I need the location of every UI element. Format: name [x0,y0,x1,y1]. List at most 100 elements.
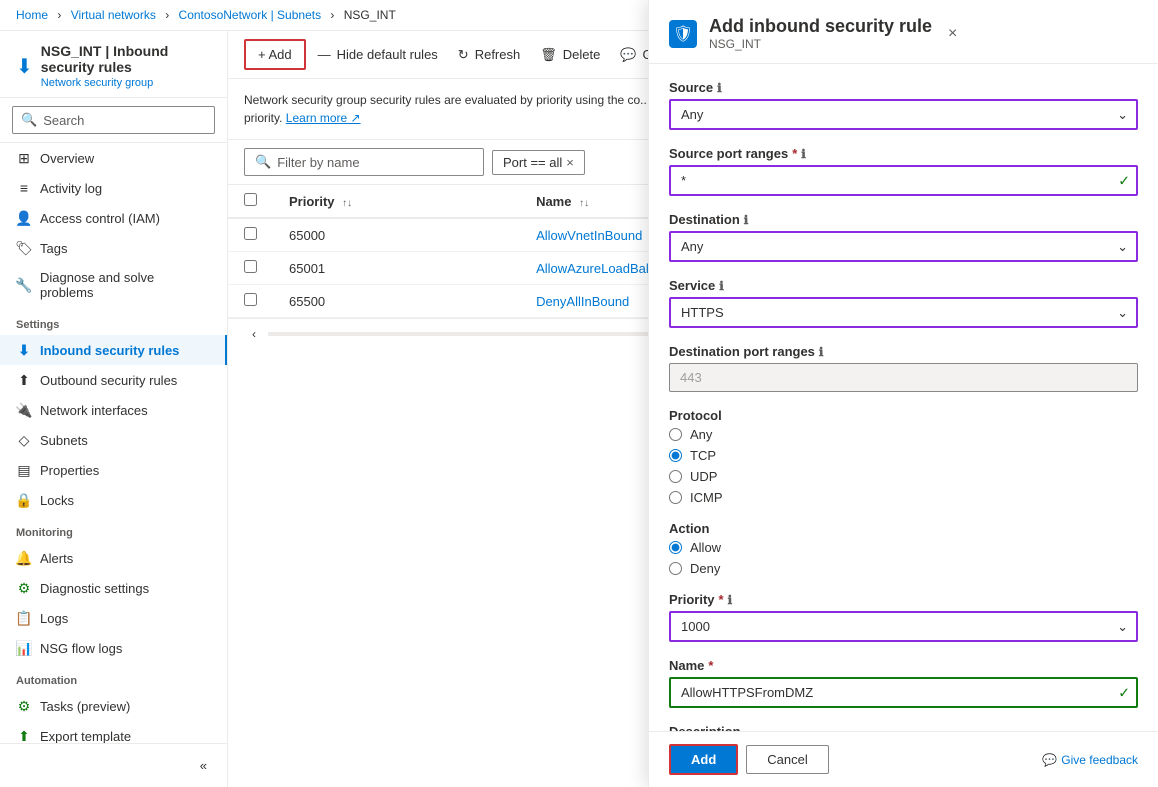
activity-log-icon: ≡ [16,180,32,196]
refresh-label: Refresh [475,47,521,62]
sidebar-item-outbound-security-rules[interactable]: ⬆ Outbound security rules [0,365,227,395]
destination-label: Destination ℹ [669,212,1138,227]
sidebar-collapse-btn[interactable]: « [192,752,215,779]
panel-cancel-button[interactable]: Cancel [746,745,828,774]
add-button[interactable]: + Add [244,39,306,70]
delete-icon: 🗑 [540,47,557,63]
action-radio-group: Allow Deny [669,540,1138,576]
row-name-link-2[interactable]: DenyAllInBound [536,294,629,309]
protocol-udp-radio[interactable] [669,470,682,483]
sidebar-item-locks[interactable]: 🔒 Locks [0,485,227,515]
sidebar-item-diagnose[interactable]: 🔧 Diagnose and solve problems [0,263,227,307]
priority-select-wrapper: 1000 [669,611,1138,642]
select-all-checkbox[interactable] [244,193,257,206]
protocol-tcp-radio[interactable] [669,449,682,462]
name-input[interactable] [669,677,1138,708]
breadcrumb-virtual-networks[interactable]: Virtual networks [71,8,156,22]
filter-tag-close[interactable]: × [566,155,574,170]
action-allow-option[interactable]: Allow [669,540,1138,555]
priority-select[interactable]: 1000 [669,611,1138,642]
settings-section-title: Settings [0,307,227,335]
action-label: Action [669,521,1138,536]
name-sort-icon[interactable]: ↑↓ [579,198,589,209]
alerts-icon: 🔔 [16,550,32,566]
action-deny-radio[interactable] [669,562,682,575]
sidebar-item-nsg-flow-logs[interactable]: 📊 NSG flow logs [0,633,227,663]
add-rule-panel: 🛡 Add inbound security rule NSG_INT × So… [648,0,1158,787]
filter-tag-label: Port == all [503,155,562,170]
service-select[interactable]: HTTPS [669,297,1138,328]
panel-add-button[interactable]: Add [669,744,738,775]
protocol-any-radio[interactable] [669,428,682,441]
protocol-radio-group: Any TCP UDP ICMP [669,427,1138,505]
scroll-left-btn[interactable]: ‹ [244,323,264,345]
row-checkbox-0[interactable] [244,227,257,240]
sidebar-item-properties[interactable]: ▤ Properties [0,455,227,485]
protocol-tcp-label: TCP [690,448,716,463]
sidebar-item-tasks[interactable]: ⚙ Tasks (preview) [0,691,227,721]
source-label: Source ℹ [669,80,1138,95]
priority-info-icon[interactable]: ℹ [728,593,733,607]
priority-sort-icon[interactable]: ↑↓ [342,198,352,209]
source-select[interactable]: Any [669,99,1138,130]
source-port-input[interactable] [669,165,1138,196]
priority-label: Priority * ℹ [669,592,1138,607]
dest-port-input[interactable] [669,363,1138,392]
sidebar-item-inbound-security-rules[interactable]: ⬇ Inbound security rules [0,335,227,365]
protocol-icmp-option[interactable]: ICMP [669,490,1138,505]
filter-tag[interactable]: Port == all × [492,150,585,175]
sidebar-item-overview[interactable]: ⊞ Overview [0,143,227,173]
export-icon: ⬆ [16,728,32,743]
source-info-icon[interactable]: ℹ [717,81,722,95]
row-checkbox-2[interactable] [244,293,257,306]
sidebar-item-alerts[interactable]: 🔔 Alerts [0,543,227,573]
action-allow-radio[interactable] [669,541,682,554]
sidebar-item-logs[interactable]: 📋 Logs [0,603,227,633]
nsg-flow-logs-label: NSG flow logs [40,641,122,656]
diagnose-icon: 🔧 [16,277,32,293]
row-checkbox-1[interactable] [244,260,257,273]
destination-info-icon[interactable]: ℹ [744,213,749,227]
delete-button[interactable]: 🗑 Delete [532,41,608,69]
automation-section-title: Automation [0,663,227,691]
breadcrumb-current: NSG_INT [344,8,396,22]
panel-close-button[interactable]: × [944,21,961,47]
protocol-icmp-radio[interactable] [669,491,682,504]
tags-label: Tags [40,241,67,256]
dest-port-info-icon[interactable]: ℹ [819,345,824,359]
action-deny-option[interactable]: Deny [669,561,1138,576]
filter-input-box[interactable]: 🔍 Filter by name [244,148,484,176]
feedback-link-label: Give feedback [1061,753,1138,767]
properties-icon: ▤ [16,462,32,478]
sidebar-item-access-control[interactable]: 👤 Access control (IAM) [0,203,227,233]
sidebar-item-activity-log[interactable]: ≡ Activity log [0,173,227,203]
sidebar-item-diagnostic-settings[interactable]: ⚙ Diagnostic settings [0,573,227,603]
service-info-icon[interactable]: ℹ [719,279,724,293]
diagnose-label: Diagnose and solve problems [40,270,211,300]
name-required: * [708,658,713,673]
sidebar-item-network-interfaces[interactable]: 🔌 Network interfaces [0,395,227,425]
sidebar-item-export-template[interactable]: ⬆ Export template [0,721,227,743]
sidebar-item-tags[interactable]: 🏷 Tags [0,233,227,263]
source-port-label: Source port ranges * ℹ [669,146,1138,161]
hide-default-rules-button[interactable]: — Hide default rules [310,41,446,68]
protocol-udp-option[interactable]: UDP [669,469,1138,484]
sidebar-search-box[interactable]: 🔍 Search [12,106,215,134]
breadcrumb-home[interactable]: Home [16,8,48,22]
sidebar-item-subnets[interactable]: ◇ Subnets [0,425,227,455]
breadcrumb-contoso[interactable]: ContosoNetwork | Subnets [179,8,322,22]
protocol-group: Protocol Any TCP UDP [669,408,1138,505]
row-name-link-0[interactable]: AllowVnetInBound [536,228,642,243]
name-check-icon: ✓ [1118,684,1130,701]
protocol-tcp-option[interactable]: TCP [669,448,1138,463]
hide-default-label: Hide default rules [337,47,438,62]
source-port-info-icon[interactable]: ℹ [801,147,806,161]
panel-feedback-link[interactable]: 💬 Give feedback [1042,753,1138,767]
refresh-button[interactable]: ↻ Refresh [450,41,528,69]
protocol-any-label: Any [690,427,712,442]
service-label: Service ℹ [669,278,1138,293]
resource-icon: ⬇ [16,54,33,79]
protocol-any-option[interactable]: Any [669,427,1138,442]
destination-select[interactable]: Any [669,231,1138,262]
learn-more-link[interactable]: Learn more ↗ [286,111,361,125]
